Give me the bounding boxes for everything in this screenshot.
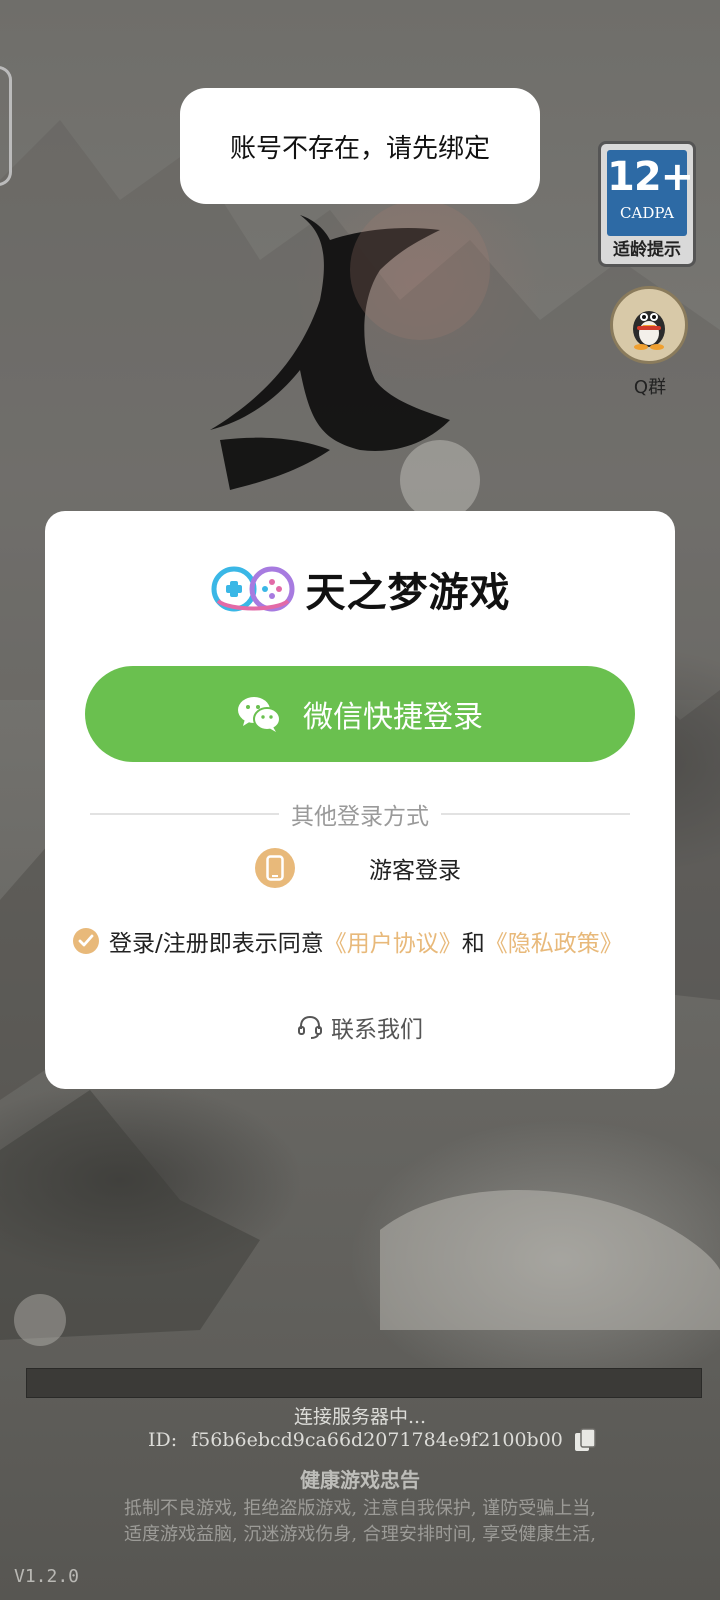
agreement-prefix: 登录/注册即表示同意 (109, 931, 324, 957)
copy-icon[interactable] (573, 1427, 596, 1453)
login-card: 天之梦游戏 微信快捷登录 其他登录方式 游客登录 登录/注册即表示同意 《用户协… (45, 511, 675, 1089)
other-methods-label: 其他登录方式 (291, 804, 429, 830)
health-advice-title: 健康游戏忠告 (300, 1468, 420, 1492)
guest-login-button[interactable]: 游客登录 (255, 843, 461, 893)
user-agreement-link[interactable]: 《用户协议》 (324, 924, 462, 958)
contact-us-button[interactable]: 联系我们 (45, 1007, 675, 1047)
age-rating-org: CADPA (620, 204, 674, 222)
gamepad-logo-icon (211, 566, 294, 612)
qq-group-button[interactable] (610, 286, 688, 364)
app-version: V1.2.0 (14, 1566, 80, 1587)
contact-us-label: 联系我们 (331, 1017, 423, 1043)
health-advice-line-2: 适度游戏益脑, 沉迷游戏伤身, 合理安排时间, 享受健康生活, (123, 1524, 597, 1545)
agreement-row: 登录/注册即表示同意 《用户协议》 和 《隐私政策》 (73, 919, 655, 963)
device-id-value: f56b6ebcd9ca66d2071784e9f2100b00 (191, 1429, 563, 1451)
qq-group-label: Q群 (633, 377, 667, 398)
age-rating-badge[interactable]: 12+ CADPA 适龄提示 (598, 141, 696, 267)
loading-progress-bar (26, 1368, 702, 1398)
toast-message: 账号不存在，请先绑定 (180, 88, 540, 204)
device-id-row: ID: f56b6ebcd9ca66d2071784e9f2100b00 (148, 1424, 596, 1456)
agreement-checkbox[interactable] (73, 928, 99, 954)
privacy-policy-link[interactable]: 《隐私政策》 (485, 924, 623, 958)
device-id-prefix: ID: (148, 1429, 178, 1451)
age-rating-panel: 12+ CADPA (607, 150, 694, 236)
qq-penguin-icon (633, 311, 665, 350)
age-rating-number: 12+ (607, 154, 694, 200)
wechat-icon (238, 697, 281, 732)
brand-header: 天之梦游戏 (45, 559, 675, 619)
divider-line-left (90, 813, 279, 815)
divider-line-right (441, 813, 630, 815)
other-methods-divider: 其他登录方式 (90, 797, 630, 831)
side-panel-handle[interactable] (0, 66, 12, 186)
wechat-login-label: 微信快捷登录 (303, 700, 483, 735)
phone-icon (255, 848, 295, 888)
age-rating-tip: 适龄提示 (613, 240, 681, 260)
wechat-login-button[interactable]: 微信快捷登录 (85, 666, 635, 762)
guest-login-label: 游客登录 (369, 858, 461, 884)
agreement-conjunction: 和 (461, 931, 485, 957)
toast-text: 账号不存在，请先绑定 (229, 133, 490, 164)
brand-name: 天之梦游戏 (305, 570, 511, 616)
checkmark-icon (78, 934, 94, 947)
headset-icon (298, 1015, 322, 1039)
health-advice-line-1: 抵制不良游戏, 拒绝盗版游戏, 注意自我保护, 谨防受骗上当, (123, 1498, 597, 1519)
